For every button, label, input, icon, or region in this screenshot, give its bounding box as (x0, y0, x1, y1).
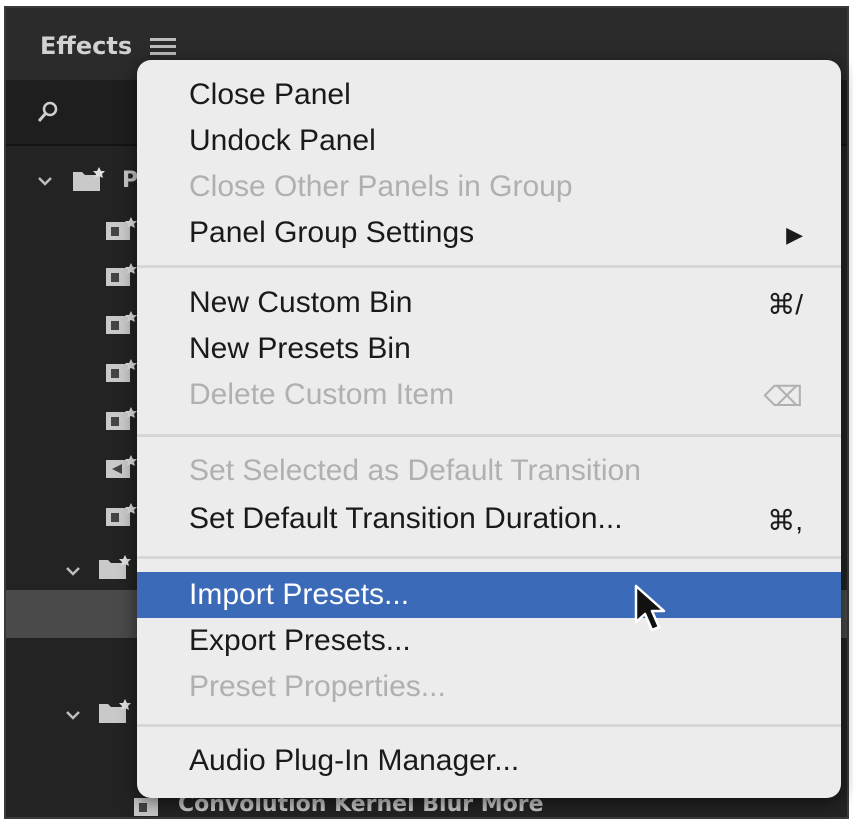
menu-item-undock-panel[interactable]: Undock Panel (137, 118, 841, 164)
menu-item-label: Import Presets... (189, 578, 410, 611)
menu-item-label: Panel Group Settings (189, 216, 475, 249)
menu-item-label: New Presets Bin (189, 332, 411, 365)
panel-context-menu: Close Panel Undock Panel Close Other Pan… (137, 60, 841, 798)
menu-item-label: Export Presets... (189, 624, 411, 657)
transition-preset-icon (106, 455, 137, 478)
preset-icon (106, 359, 137, 382)
chevron-down-icon[interactable] (64, 706, 82, 724)
mouse-pointer-icon (634, 584, 666, 632)
menu-separator (137, 265, 841, 268)
menu-item-label: Audio Plug-In Manager... (189, 744, 520, 777)
menu-item-label: Close Other Panels in Group (189, 170, 573, 203)
menu-item-export-presets[interactable]: Export Presets... (137, 618, 841, 664)
menu-shortcut: ⌘, (767, 505, 803, 536)
menu-separator (137, 434, 841, 437)
preset-icon (106, 311, 137, 334)
menu-separator (137, 724, 841, 727)
delete-key-icon: ⌫ (763, 381, 803, 412)
menu-item-audio-plugin-manager[interactable]: Audio Plug-In Manager... (137, 738, 841, 784)
chevron-down-icon[interactable] (64, 562, 82, 580)
panel-menu-icon[interactable] (148, 34, 178, 60)
menu-item-label: Set Selected as Default Transition (189, 454, 641, 487)
folder-icon (99, 699, 131, 723)
menu-item-new-presets-bin[interactable]: New Presets Bin (137, 326, 841, 372)
menu-item-preset-properties: Preset Properties... (137, 664, 841, 710)
submenu-arrow-icon: ▶ (786, 222, 803, 247)
menu-item-set-transition-duration[interactable]: Set Default Transition Duration... ⌘, (137, 496, 841, 542)
menu-item-label: Delete Custom Item (189, 378, 455, 411)
menu-item-label: Set Default Transition Duration... (189, 502, 623, 535)
chevron-down-icon[interactable] (36, 172, 54, 190)
search-icon (37, 101, 58, 122)
folder-icon (99, 555, 131, 579)
preset-icon (106, 407, 137, 430)
menu-item-delete-custom-item: Delete Custom Item ⌫ (137, 372, 841, 418)
preset-icon (106, 263, 137, 286)
menu-item-label: Preset Properties... (189, 670, 446, 703)
menu-item-label: Undock Panel (189, 124, 376, 157)
tree-item-label: P (122, 168, 139, 193)
preset-icon (106, 503, 137, 526)
panel-tab-title[interactable]: Effects (40, 32, 132, 60)
preset-icon (106, 217, 137, 240)
menu-item-label: New Custom Bin (189, 286, 413, 319)
menu-shortcut: ⌘/ (767, 289, 803, 320)
menu-separator (137, 556, 841, 559)
menu-item-label: Close Panel (189, 78, 351, 111)
presets-folder-icon (73, 167, 105, 191)
menu-item-new-custom-bin[interactable]: New Custom Bin ⌘/ (137, 280, 841, 326)
menu-item-panel-group-settings[interactable]: Panel Group Settings ▶ (137, 210, 841, 256)
menu-item-import-presets[interactable]: Import Presets... (137, 572, 841, 618)
menu-item-set-default-transition: Set Selected as Default Transition (137, 448, 841, 494)
menu-item-close-panel[interactable]: Close Panel (137, 72, 841, 118)
menu-item-close-other-panels: Close Other Panels in Group (137, 164, 841, 210)
